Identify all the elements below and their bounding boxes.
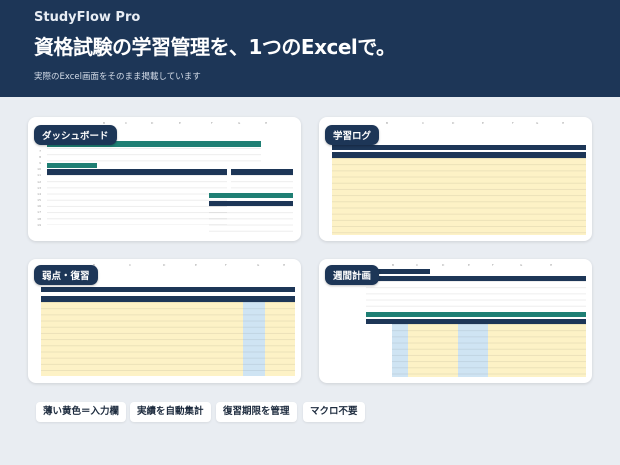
- brand-name: StudyFlow Pro: [34, 10, 141, 25]
- review-notes-column[interactable]: [265, 302, 295, 376]
- chip-review-deadline: 復習期限を管理: [216, 402, 297, 422]
- card-tag-weekly-plan: 週間計画: [325, 265, 380, 285]
- weekly-plan-card[interactable]: BCDEFGH 週間計画: [319, 259, 592, 383]
- plan-notes-area[interactable]: [488, 324, 586, 377]
- card-tag-dashboard: ダッシュボード: [34, 125, 117, 145]
- review-title-band: [41, 287, 295, 292]
- plan-actual-column: [458, 324, 488, 377]
- subject-header-band: [47, 163, 97, 168]
- chip-auto-aggregate: 実績を自動集計: [130, 402, 211, 422]
- plan-day-column: [392, 324, 408, 377]
- headline: 資格試験の学習管理を、1つのExcelで。: [34, 35, 396, 59]
- summary-values: [47, 148, 261, 162]
- review-input-area[interactable]: [41, 302, 243, 376]
- chip-no-macro: マクロ不要: [303, 402, 365, 422]
- plan-week-band: [366, 312, 586, 317]
- card-tag-review: 弱点・復習: [34, 265, 98, 285]
- plan-table-body: [366, 281, 586, 309]
- log-title-band: [332, 145, 586, 150]
- daily-table-body: [209, 206, 293, 235]
- subline: 実際のExcel画面をそのまま掲載しています: [34, 72, 201, 82]
- feature-chips: 薄い黄色＝入力欄 実績を自動集計 復習期限を管理 マクロ不要: [0, 402, 620, 422]
- review-card[interactable]: BCDEFGH 弱点・復習: [28, 259, 301, 383]
- review-due-column: [243, 302, 265, 376]
- dashboard-card[interactable]: BCDEFGH 45678910111213141516171819 ダッシュボ…: [28, 117, 301, 241]
- chip-input-yellow: 薄い黄色＝入力欄: [36, 402, 127, 422]
- log-input-area[interactable]: [332, 158, 586, 235]
- status-table-body: [231, 175, 293, 193]
- exam-countdown-band: [209, 193, 293, 198]
- subject-table-body: [47, 175, 227, 225]
- plan-input-area[interactable]: [408, 324, 458, 377]
- hero-header: StudyFlow Pro 資格試験の学習管理を、1つのExcelで。 実際のE…: [0, 0, 620, 97]
- study-log-card[interactable]: BCDEFGH 学習ログ: [319, 117, 592, 241]
- card-tag-study-log: 学習ログ: [325, 125, 380, 145]
